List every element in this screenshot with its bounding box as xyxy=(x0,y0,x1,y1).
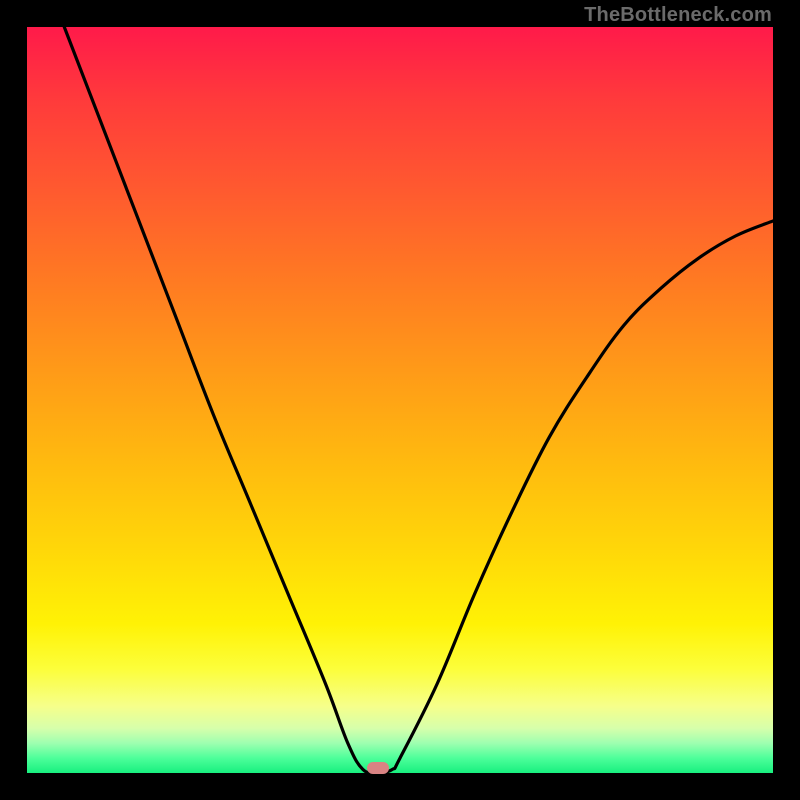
chart-frame: TheBottleneck.com xyxy=(0,0,800,800)
attribution-text: TheBottleneck.com xyxy=(584,4,772,27)
optimum-marker xyxy=(367,762,389,774)
curve-svg xyxy=(27,27,773,773)
bottleneck-curve xyxy=(64,27,773,773)
plot-area xyxy=(27,27,773,773)
